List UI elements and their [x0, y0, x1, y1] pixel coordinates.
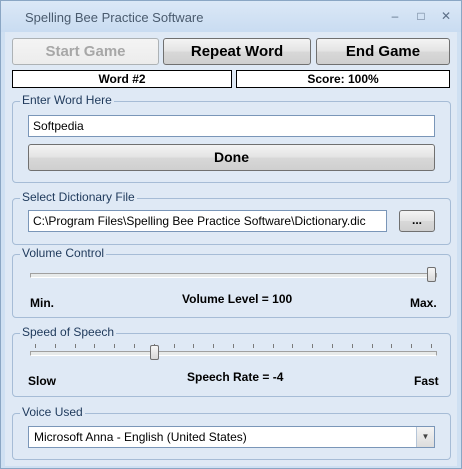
- volume-min-label: Min.: [30, 296, 54, 310]
- dictionary-legend: Select Dictionary File: [20, 190, 137, 204]
- voice-select[interactable]: Microsoft Anna - English (United States)…: [28, 426, 435, 448]
- volume-legend: Volume Control: [20, 246, 107, 260]
- title-bar[interactable]: Spelling Bee Practice Software – □ ✕: [1, 1, 461, 32]
- speed-slider-tick: [332, 344, 333, 348]
- close-icon[interactable]: ✕: [438, 9, 454, 23]
- end-game-button[interactable]: End Game: [316, 38, 450, 65]
- speed-slider-tick: [371, 344, 373, 348]
- speed-slider-tick: [173, 344, 175, 348]
- speed-slider-tick: [213, 344, 215, 348]
- volume-max-label: Max.: [410, 296, 437, 310]
- client-area: Start Game Repeat Word End Game Word #2 …: [5, 32, 457, 466]
- speed-slider-tick: [94, 344, 96, 348]
- speed-slider-tick: [35, 344, 36, 348]
- volume-level-label: Volume Level = 100: [182, 292, 293, 306]
- word-input[interactable]: Softpedia: [28, 115, 435, 137]
- voice-group: Voice Used Microsoft Anna - English (Uni…: [12, 405, 451, 460]
- speed-slider-tick: [272, 344, 274, 348]
- dictionary-group: Select Dictionary File C:\Program Files\…: [12, 190, 451, 245]
- dictionary-path-field[interactable]: C:\Program Files\Spelling Bee Practice S…: [28, 210, 387, 232]
- speed-slider-tick: [312, 344, 314, 348]
- speed-slider-tick: [252, 344, 254, 348]
- chevron-down-icon[interactable]: ▼: [416, 427, 434, 447]
- voice-selected-value: Microsoft Anna - English (United States): [34, 430, 247, 444]
- speed-slider-tick: [411, 344, 413, 348]
- speed-slider-tick: [134, 344, 135, 348]
- enter-word-legend: Enter Word Here: [20, 93, 114, 107]
- start-game-button[interactable]: Start Game: [12, 38, 159, 65]
- speed-slider-tick: [54, 344, 56, 348]
- volume-slider-track[interactable]: [30, 273, 437, 278]
- browse-button[interactable]: ...: [399, 210, 435, 232]
- speed-slider-tick: [193, 344, 195, 348]
- volume-group: Volume Control Min. Volume Level = 100 M…: [12, 246, 451, 318]
- speed-slider-thumb[interactable]: [149, 345, 159, 360]
- speed-slider-tick: [431, 344, 432, 348]
- speed-slider-tick: [233, 344, 234, 348]
- score-display: Score: 100%: [236, 70, 450, 88]
- maximize-icon[interactable]: □: [413, 9, 429, 23]
- speed-slider-tick: [114, 344, 116, 348]
- word-number-display: Word #2: [12, 70, 232, 88]
- volume-slider-thumb[interactable]: [427, 267, 436, 282]
- speed-slider-tick: [74, 344, 76, 348]
- speed-slow-label: Slow: [28, 374, 57, 388]
- speed-group: Speed of Speech Slow Speech Rate = -4 Fa…: [12, 325, 451, 397]
- speed-slider-tick: [351, 344, 353, 348]
- app-window: Spelling Bee Practice Software – □ ✕ Sta…: [0, 0, 462, 469]
- done-button[interactable]: Done: [28, 144, 435, 171]
- enter-word-group: Enter Word Here Softpedia Done: [12, 93, 451, 183]
- speed-fast-label: Fast: [414, 374, 439, 388]
- speech-rate-label: Speech Rate = -4: [187, 370, 284, 384]
- window-title: Spelling Bee Practice Software: [25, 10, 204, 25]
- minimize-icon[interactable]: –: [387, 9, 403, 23]
- speed-slider-tick: [391, 344, 393, 348]
- speed-legend: Speed of Speech: [20, 325, 117, 339]
- repeat-word-button[interactable]: Repeat Word: [163, 38, 311, 65]
- voice-legend: Voice Used: [20, 405, 85, 419]
- speed-slider-track[interactable]: [30, 351, 437, 356]
- speed-slider-tick: [292, 344, 294, 348]
